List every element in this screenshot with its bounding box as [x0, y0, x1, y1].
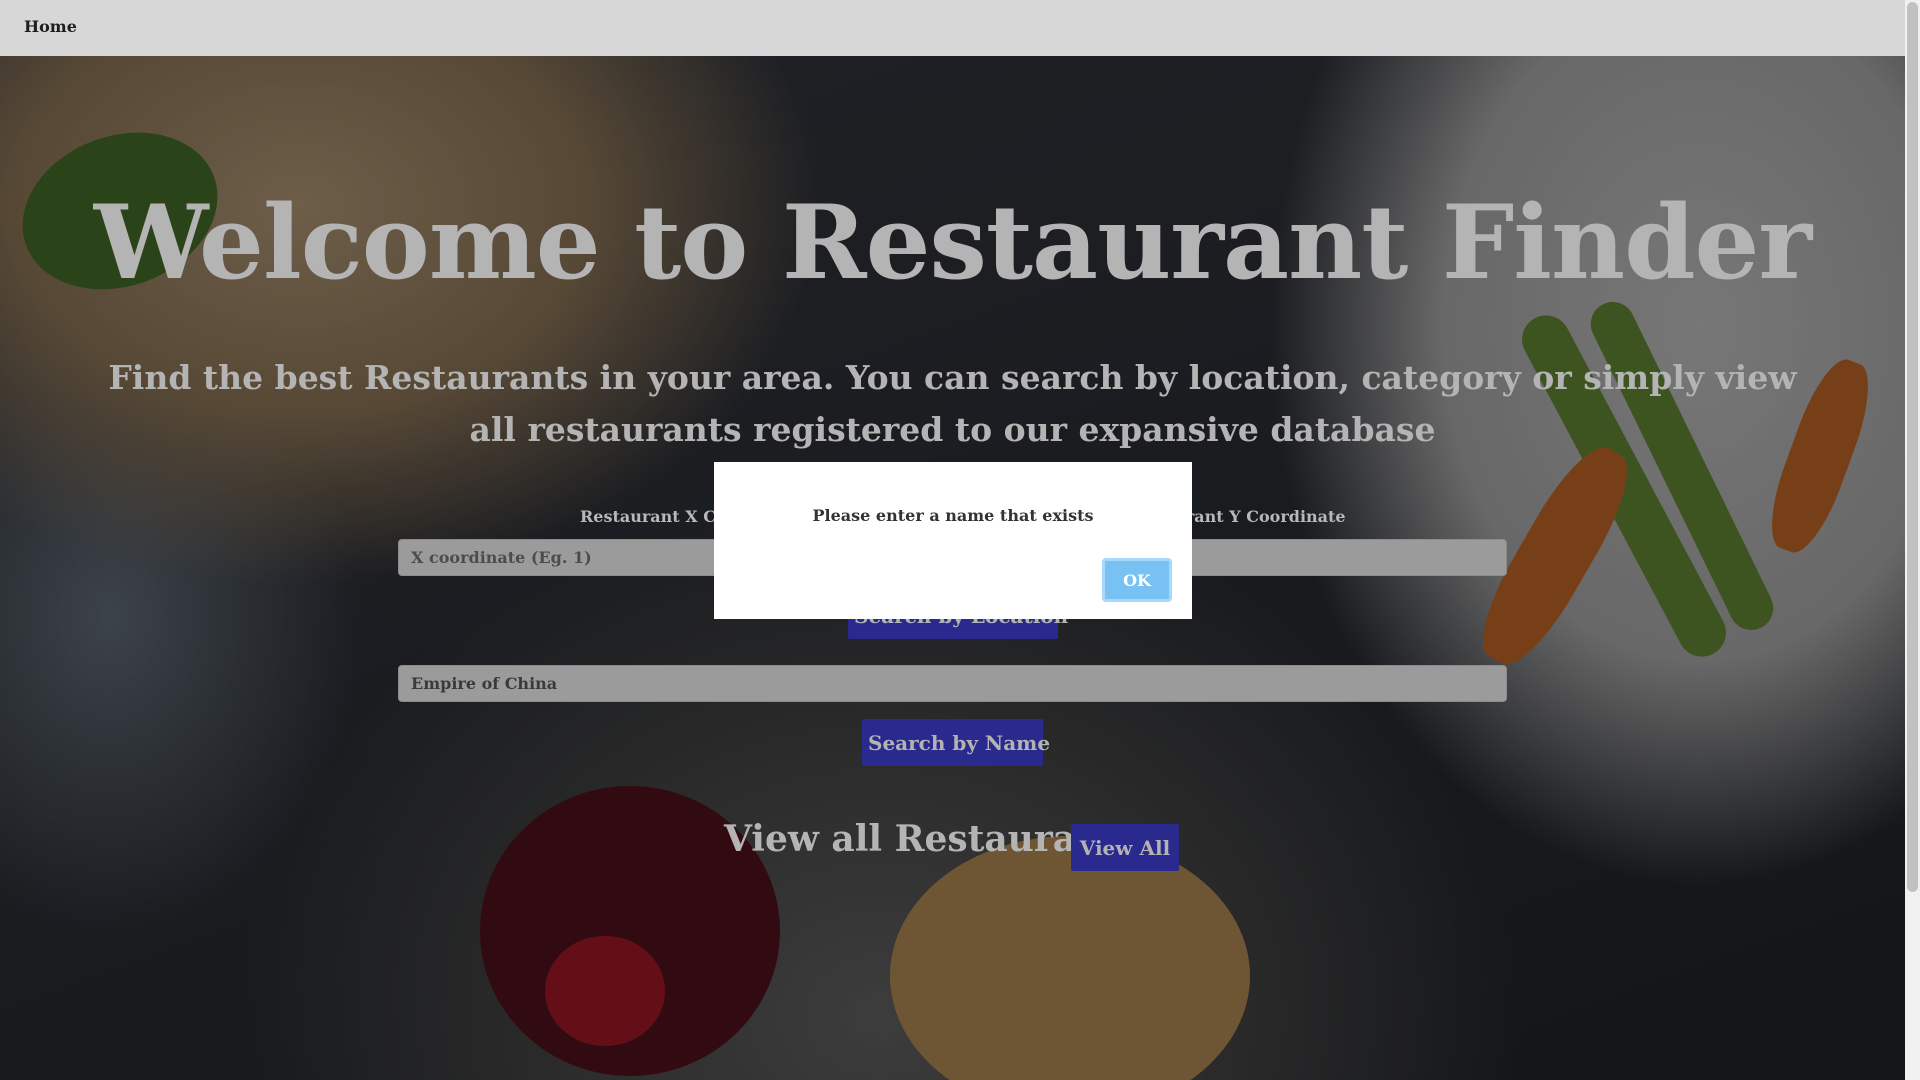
dialog-message: Please enter a name that exists — [812, 506, 1094, 525]
page-subtitle: Find the best Restaurants in your area. … — [108, 358, 1797, 449]
view-all-button[interactable]: View All — [1071, 824, 1179, 871]
page-title: Welcome to Restaurant Finder — [93, 183, 1812, 303]
page-scrollbar[interactable] — [1905, 0, 1920, 1080]
top-navbar: Home — [0, 0, 1905, 56]
search-by-name-button[interactable]: Search by Name — [862, 719, 1050, 766]
alert-dialog: Please enter a name that exists OK — [714, 462, 1192, 619]
dialog-ok-button[interactable]: OK — [1102, 558, 1172, 602]
nav-home-link[interactable]: Home — [24, 17, 77, 36]
scrollbar-thumb[interactable] — [1907, 2, 1918, 892]
restaurant-name-input[interactable] — [398, 665, 1507, 702]
